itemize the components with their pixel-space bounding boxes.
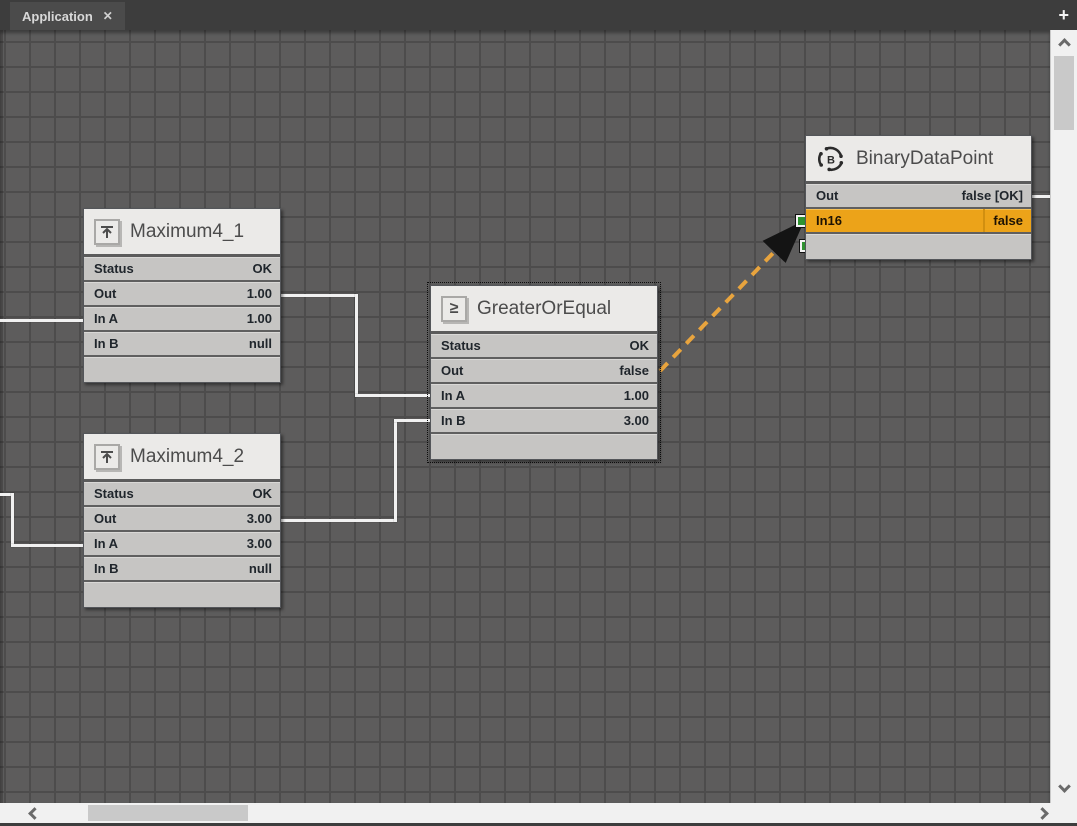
binary-data-point-icon: B <box>816 144 846 174</box>
block-binary-data-point[interactable]: B BinaryDataPoint Out false [OK] In16 fa… <box>805 135 1032 260</box>
slot-row-in16-highlighted[interactable]: In16 false <box>806 209 1031 234</box>
wire-max1-out-h[interactable] <box>281 294 358 297</box>
wire-max2-to-goe-inb[interactable] <box>394 419 431 422</box>
slot-row-ina[interactable]: In A 1.00 <box>84 307 280 332</box>
wire-max1-to-goe-ina[interactable] <box>355 394 431 397</box>
scroll-left-icon[interactable] <box>28 807 41 820</box>
horizontal-scrollbar-thumb[interactable] <box>88 805 248 821</box>
svg-text:B: B <box>827 154 835 166</box>
wire-bdp-out-right[interactable] <box>1031 195 1050 198</box>
scroll-right-icon[interactable] <box>1036 807 1049 820</box>
vertical-scrollbar[interactable] <box>1050 30 1077 803</box>
wire-max2-out-v[interactable] <box>394 419 397 522</box>
block-header: Maximum4_2 <box>84 434 280 482</box>
slot-row-status[interactable]: Status OK <box>84 257 280 282</box>
block-header: B BinaryDataPoint <box>806 136 1031 184</box>
scroll-up-icon[interactable] <box>1058 38 1071 51</box>
close-icon[interactable]: ✕ <box>103 9 113 23</box>
block-maximum4-2[interactable]: Maximum4_2 Status OK Out 3.00 In A 3.00 … <box>83 433 281 608</box>
slot-row-out[interactable]: Out 1.00 <box>84 282 280 307</box>
slot-row-ina[interactable]: In A 3.00 <box>84 532 280 557</box>
slot-row-out[interactable]: Out false <box>431 359 657 384</box>
slot-row-ina[interactable]: In A 1.00 <box>431 384 657 409</box>
wire-max1-out-v[interactable] <box>355 294 358 397</box>
wire-left-to-max2-ina[interactable] <box>11 544 84 547</box>
block-header: ≥ GreaterOrEqual <box>431 286 657 334</box>
block-title: BinaryDataPoint <box>856 148 993 170</box>
tab-application[interactable]: Application ✕ <box>10 2 125 30</box>
scroll-down-icon[interactable] <box>1058 780 1071 793</box>
slot-row-empty[interactable] <box>431 434 657 459</box>
wire-max2-out-h[interactable] <box>281 519 397 522</box>
wire-left-to-max1-ina[interactable] <box>0 319 84 322</box>
slot-row-empty[interactable] <box>806 234 1031 259</box>
vertical-scrollbar-thumb[interactable] <box>1054 56 1074 130</box>
tab-label: Application <box>22 9 93 24</box>
slot-row-empty[interactable] <box>84 582 280 607</box>
wiresheet-editor: Application ✕ + <box>0 0 1077 826</box>
maximum-icon <box>94 219 120 245</box>
tab-bar: Application ✕ + <box>0 0 1077 30</box>
slot-row-empty[interactable] <box>84 357 280 382</box>
block-title: Maximum4_2 <box>130 446 244 468</box>
block-header: Maximum4_1 <box>84 209 280 257</box>
add-tab-icon[interactable]: + <box>1058 3 1069 27</box>
slot-row-status[interactable]: Status OK <box>84 482 280 507</box>
wire-left-stub-v[interactable] <box>11 493 14 547</box>
wiresheet-canvas[interactable]: Maximum4_1 Status OK Out 1.00 In A 1.00 … <box>0 30 1050 803</box>
block-title: GreaterOrEqual <box>477 298 611 320</box>
slot-row-inb[interactable]: In B null <box>84 557 280 582</box>
greater-or-equal-icon: ≥ <box>441 296 467 322</box>
slot-row-out[interactable]: Out 3.00 <box>84 507 280 532</box>
block-greater-or-equal[interactable]: ≥ GreaterOrEqual Status OK Out false In … <box>430 285 658 460</box>
block-maximum4-1[interactable]: Maximum4_1 Status OK Out 1.00 In A 1.00 … <box>83 208 281 383</box>
horizontal-scrollbar[interactable] <box>0 803 1077 823</box>
maximum-icon <box>94 444 120 470</box>
selected-link-wire <box>660 226 799 371</box>
slot-row-out[interactable]: Out false [OK] <box>806 184 1031 209</box>
slot-row-inb[interactable]: In B null <box>84 332 280 357</box>
block-title: Maximum4_1 <box>130 221 244 243</box>
slot-row-status[interactable]: Status OK <box>431 334 657 359</box>
slot-row-inb[interactable]: In B 3.00 <box>431 409 657 434</box>
